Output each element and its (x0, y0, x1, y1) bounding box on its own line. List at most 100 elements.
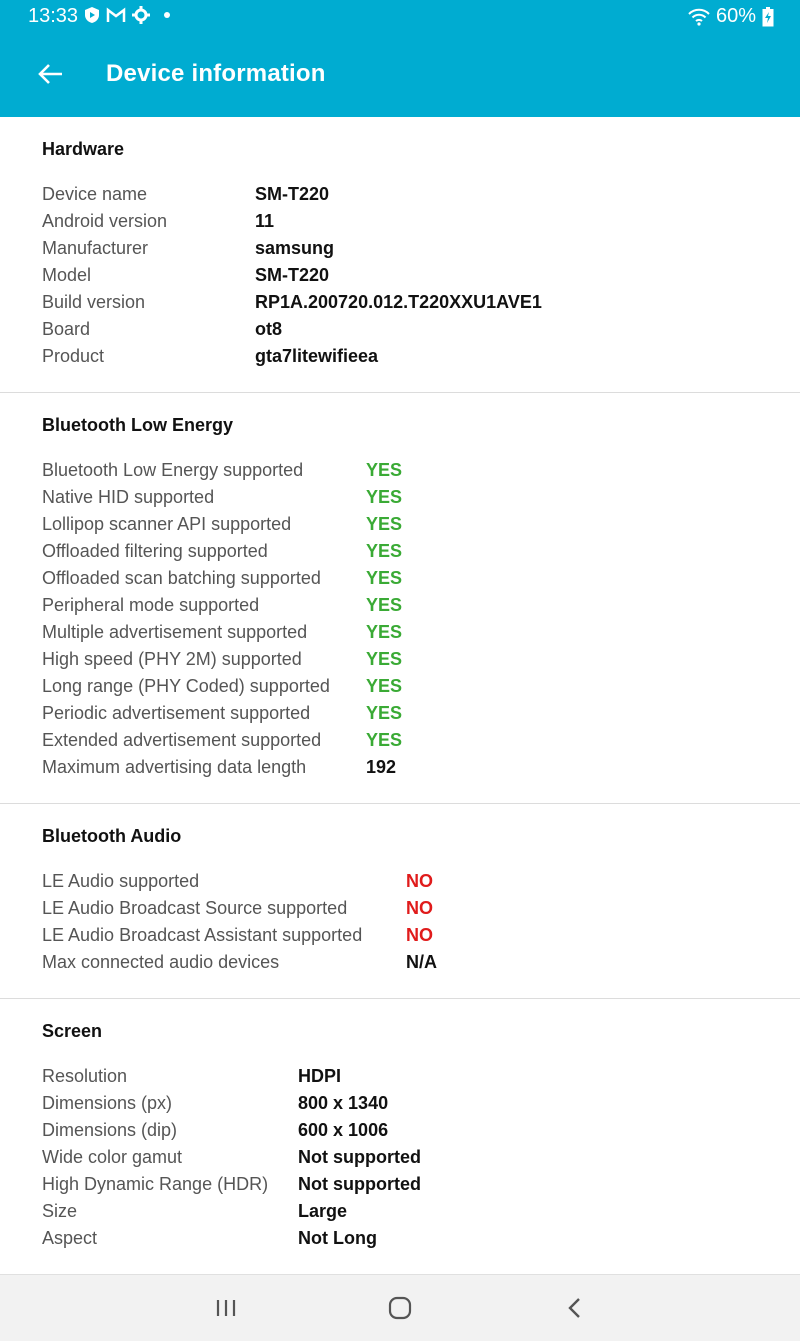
info-value: 800 x 1340 (298, 1093, 389, 1113)
info-row: Manufacturer samsung (42, 238, 782, 265)
recent-apps-icon[interactable] (211, 1293, 241, 1323)
info-value-yes: YES (366, 703, 403, 723)
info-value: Not supported (298, 1174, 421, 1194)
app-bar: Device information (0, 32, 800, 117)
info-row: Product gta7litewifieea (42, 346, 782, 373)
info-row: High speed (PHY 2M) supported YES (42, 649, 782, 676)
info-row: Aspect Not Long (42, 1228, 782, 1255)
info-label: Android version (42, 211, 168, 231)
section-divider (0, 392, 800, 393)
info-label: Wide color gamut (42, 1147, 183, 1167)
info-value: 192 (366, 757, 397, 777)
info-value-yes: YES (366, 568, 403, 588)
info-row: Wide color gamut Not supported (42, 1147, 782, 1174)
info-value: 11 (255, 211, 275, 231)
info-label: Maximum advertising data length (42, 757, 307, 777)
info-label: Resolution (42, 1066, 128, 1086)
section-title: Screen (42, 1021, 103, 1041)
section-title: Hardware (42, 139, 125, 159)
back-icon[interactable] (560, 1293, 590, 1323)
info-label: Aspect (42, 1228, 98, 1248)
battery-charging-icon (762, 6, 774, 26)
info-value: SM-T220 (255, 265, 330, 285)
info-label: Dimensions (dip) (42, 1120, 178, 1140)
info-row: LE Audio supported NO (42, 871, 782, 898)
info-label: High Dynamic Range (HDR) (42, 1174, 269, 1194)
info-row: LE Audio Broadcast Source supported NO (42, 898, 782, 925)
info-value: gta7litewifieea (255, 346, 379, 366)
info-value: HDPI (298, 1066, 342, 1086)
info-value-yes: YES (366, 487, 403, 507)
info-value: ot8 (255, 319, 282, 339)
system-icons: 60% (688, 5, 774, 28)
info-value-yes: YES (366, 460, 403, 480)
info-row: Peripheral mode supported YES (42, 595, 782, 622)
home-icon[interactable] (385, 1293, 415, 1323)
section-title: Bluetooth Audio (42, 826, 182, 846)
info-value: Not Long (298, 1228, 377, 1248)
info-label: LE Audio supported (42, 871, 200, 891)
info-value: Not supported (298, 1147, 421, 1167)
notification-icons (84, 6, 170, 24)
status-bar: 13:33 60% (0, 0, 800, 32)
info-row: LE Audio Broadcast Assistant supported NO (42, 925, 782, 952)
info-label: High speed (PHY 2M) supported (42, 649, 302, 669)
info-label: Periodic advertisement supported (42, 703, 311, 723)
info-row: Offloaded scan batching supported YES (42, 568, 782, 595)
info-label: Dimensions (px) (42, 1093, 173, 1113)
info-label: Size (42, 1201, 78, 1221)
info-label: Peripheral mode supported (42, 595, 260, 615)
device-info-list[interactable]: Hardware Device name SM-T220 Android vers… (0, 117, 800, 1274)
info-label: LE Audio Broadcast Assistant supported (42, 925, 363, 945)
info-row: Multiple advertisement supported YES (42, 622, 782, 649)
info-row: High Dynamic Range (HDR) Not supported (42, 1174, 782, 1201)
back-arrow-icon[interactable] (36, 60, 64, 88)
info-label: Multiple advertisement supported (42, 622, 308, 642)
info-row: Bluetooth Low Energy supported YES (42, 460, 782, 487)
info-label: Bluetooth Low Energy supported (42, 460, 304, 480)
info-row: Size Large (42, 1201, 782, 1228)
info-label: Offloaded scan batching supported (42, 568, 321, 588)
shield-icon (85, 7, 99, 23)
info-label: Device name (42, 184, 148, 204)
info-value-yes: YES (366, 730, 403, 750)
info-row: Resolution HDPI (42, 1066, 782, 1093)
info-row: Native HID supported YES (42, 487, 782, 514)
info-row: Device name SM-T220 (42, 184, 782, 211)
page-title: Device information (106, 60, 326, 87)
info-label: Native HID supported (42, 487, 215, 507)
info-label: Board (42, 319, 91, 339)
info-value-yes: YES (366, 649, 403, 669)
info-value: RP1A.200720.012.T220XXU1AVE1 (255, 292, 542, 312)
gear-icon (132, 6, 150, 24)
info-row: Maximum advertising data length 192 (42, 757, 782, 784)
info-label: Product (42, 346, 105, 366)
info-label: Max connected audio devices (42, 952, 280, 972)
notification-dot-icon (164, 12, 170, 18)
info-value: 600 x 1006 (298, 1120, 389, 1140)
info-label: LE Audio Broadcast Source supported (42, 898, 348, 918)
info-label: Manufacturer (42, 238, 149, 258)
gmail-icon (106, 7, 126, 22)
info-row: Offloaded filtering supported YES (42, 541, 782, 568)
section-divider (0, 998, 800, 999)
info-value: SM-T220 (255, 184, 330, 204)
info-value: N/A (406, 952, 437, 972)
info-value-yes: YES (366, 595, 403, 615)
info-value-no: NO (406, 898, 433, 918)
info-row: Android version 11 (42, 211, 782, 238)
wifi-icon (688, 8, 710, 26)
info-value-yes: YES (366, 622, 403, 642)
info-row: Model SM-T220 (42, 265, 782, 292)
info-label: Extended advertisement supported (42, 730, 322, 750)
info-row: Periodic advertisement supported YES (42, 703, 782, 730)
info-value-yes: YES (366, 541, 403, 561)
info-row: Extended advertisement supported YES (42, 730, 782, 757)
info-row: Max connected audio devices N/A (42, 952, 782, 979)
navigation-bar (0, 1274, 800, 1341)
info-value: samsung (255, 238, 335, 258)
section-divider (0, 803, 800, 804)
info-value-no: NO (406, 871, 433, 891)
info-row: Lollipop scanner API supported YES (42, 514, 782, 541)
info-label: Offloaded filtering supported (42, 541, 268, 561)
